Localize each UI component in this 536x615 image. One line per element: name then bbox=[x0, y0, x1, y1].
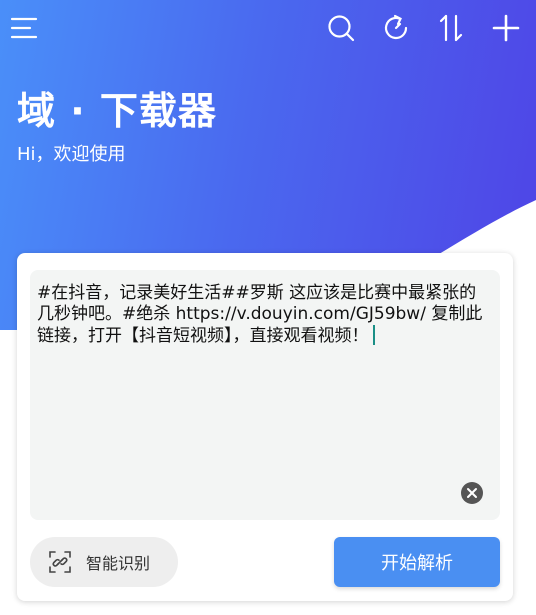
search-icon[interactable] bbox=[323, 10, 359, 46]
welcome-text: Hi，欢迎使用 bbox=[17, 144, 126, 165]
text-caret bbox=[372, 325, 375, 345]
input-card: #在抖音，记录美好生活##罗斯 这应该是比赛中最紧张的几秒钟吧。#绝杀 http… bbox=[17, 253, 513, 601]
start-parse-button[interactable]: 开始解析 bbox=[334, 537, 500, 587]
clear-input-button[interactable] bbox=[461, 482, 483, 504]
refresh-icon[interactable] bbox=[378, 10, 414, 46]
app-title: 域 · 下载器 bbox=[17, 89, 217, 133]
close-icon bbox=[467, 488, 477, 498]
top-bar bbox=[0, 0, 536, 60]
link-input-text: #在抖音，记录美好生活##罗斯 这应该是比赛中最紧张的几秒钟吧。#绝杀 http… bbox=[37, 283, 483, 346]
menu-icon[interactable] bbox=[6, 10, 42, 46]
link-input[interactable]: #在抖音，记录美好生活##罗斯 这应该是比赛中最紧张的几秒钟吧。#绝杀 http… bbox=[30, 270, 500, 520]
scan-link-icon bbox=[49, 551, 71, 573]
smart-recognize-button[interactable]: 智能识别 bbox=[30, 537, 178, 587]
sort-icon[interactable] bbox=[433, 10, 469, 46]
add-icon[interactable] bbox=[488, 10, 524, 46]
smart-recognize-label: 智能识别 bbox=[86, 554, 151, 573]
